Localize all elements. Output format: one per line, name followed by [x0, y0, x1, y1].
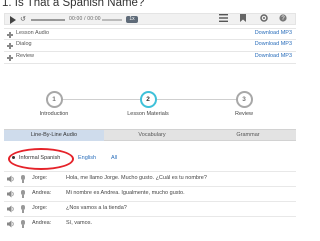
language-filter: Informal Spanish English All	[4, 148, 296, 170]
filter-informal-spanish[interactable]: Informal Spanish	[12, 155, 60, 161]
bookmark-icon[interactable]	[237, 14, 248, 24]
help-icon[interactable]: ?	[277, 14, 288, 24]
progress-bar[interactable]	[31, 19, 65, 21]
selected-dot-icon	[12, 156, 15, 160]
microphone-icon[interactable]	[20, 220, 26, 228]
microphone-icon[interactable]	[20, 175, 26, 183]
step-label: Review	[234, 111, 254, 117]
materials-tabs: Line-By-Line Audio Vocabulary Grammar	[4, 129, 296, 141]
download-mp3-link[interactable]: Download MP3	[255, 53, 292, 59]
file-slider-icon[interactable]	[7, 32, 13, 38]
step-label: Introduction	[39, 111, 69, 117]
speaker-icon[interactable]	[7, 220, 15, 228]
file-name: Lesson Audio	[16, 30, 50, 36]
step-number: 3	[235, 91, 253, 108]
microphone-icon[interactable]	[20, 205, 26, 213]
file-row-dialog: Dialog Download MP3	[4, 40, 296, 52]
step-lesson-materials[interactable]: 2 Lesson Materials	[123, 91, 173, 117]
list-icon[interactable]	[218, 14, 229, 24]
speed-button[interactable]: 1x	[126, 16, 138, 23]
dialog-text: Mi nombre es Andrea. Igualmente, mucho g…	[66, 190, 185, 196]
filter-label: Informal Spanish	[19, 155, 61, 161]
file-slider-icon[interactable]	[7, 55, 13, 61]
tab-line-by-line-audio[interactable]: Line-By-Line Audio	[4, 130, 104, 141]
dialog-line: Jorge: Hola, me llamo Jorge. Mucho gusto…	[4, 171, 296, 186]
file-name: Review	[16, 53, 35, 59]
dialog-text: ¿Nos vamos a la tienda?	[66, 205, 127, 211]
download-mp3-link[interactable]: Download MP3	[255, 41, 292, 47]
file-name: Dialog	[16, 41, 32, 47]
tab-grammar[interactable]: Grammar	[200, 130, 296, 141]
lesson-steps: 1 Introduction 2 Lesson Materials 3 Revi…	[0, 88, 300, 128]
play-icon[interactable]	[10, 16, 16, 24]
filter-english[interactable]: English	[78, 155, 96, 161]
lesson-title: 1. Is That a Spanish Name?	[2, 0, 145, 9]
download-mp3-link[interactable]: Download MP3	[255, 30, 292, 36]
audio-file-list: Lesson Audio Download MP3 Dialog Downloa…	[4, 28, 296, 64]
dialog-line: Jorge: ¿Nos vamos a la tienda?	[4, 201, 296, 216]
dialog-line: Andrea: Sí, vamos.	[4, 216, 296, 231]
speaker-icon[interactable]	[7, 175, 15, 183]
dialog-lines: Jorge: Hola, me llamo Jorge. Mucho gusto…	[4, 171, 296, 231]
dialog-text: Sí, vamos.	[66, 220, 92, 226]
speaker-icon[interactable]	[7, 190, 15, 198]
step-label: Lesson Materials	[127, 111, 169, 117]
step-introduction[interactable]: 1 Introduction	[29, 91, 79, 117]
speaker-name: Andrea:	[32, 220, 52, 226]
speaker-icon[interactable]	[7, 205, 15, 213]
volume-slider[interactable]	[102, 19, 122, 21]
rewind-icon[interactable]: ↺	[20, 16, 26, 24]
file-slider-icon[interactable]	[7, 43, 13, 49]
speaker-name: Jorge:	[32, 175, 48, 181]
file-row-review: Review Download MP3	[4, 52, 296, 64]
filter-all[interactable]: All	[111, 155, 117, 161]
step-review[interactable]: 3 Review	[219, 91, 269, 117]
step-number: 2	[139, 91, 157, 108]
speaker-name: Andrea:	[32, 190, 52, 196]
step-number: 1	[45, 91, 63, 108]
speaker-name: Jorge:	[32, 205, 48, 211]
settings-icon[interactable]	[258, 14, 269, 24]
dialog-line: Andrea: Mi nombre es Andrea. Igualmente,…	[4, 186, 296, 201]
microphone-icon[interactable]	[20, 190, 26, 198]
time-display: 00:00 / 00:00	[69, 16, 101, 22]
file-row-lesson-audio: Lesson Audio Download MP3	[4, 28, 296, 40]
dialog-text: Hola, me llamo Jorge. Mucho gusto. ¿Cuál…	[66, 175, 207, 181]
tab-vocabulary[interactable]: Vocabulary	[104, 130, 200, 141]
audio-player: ↺ 00:00 / 00:00 1x ?	[4, 13, 296, 25]
